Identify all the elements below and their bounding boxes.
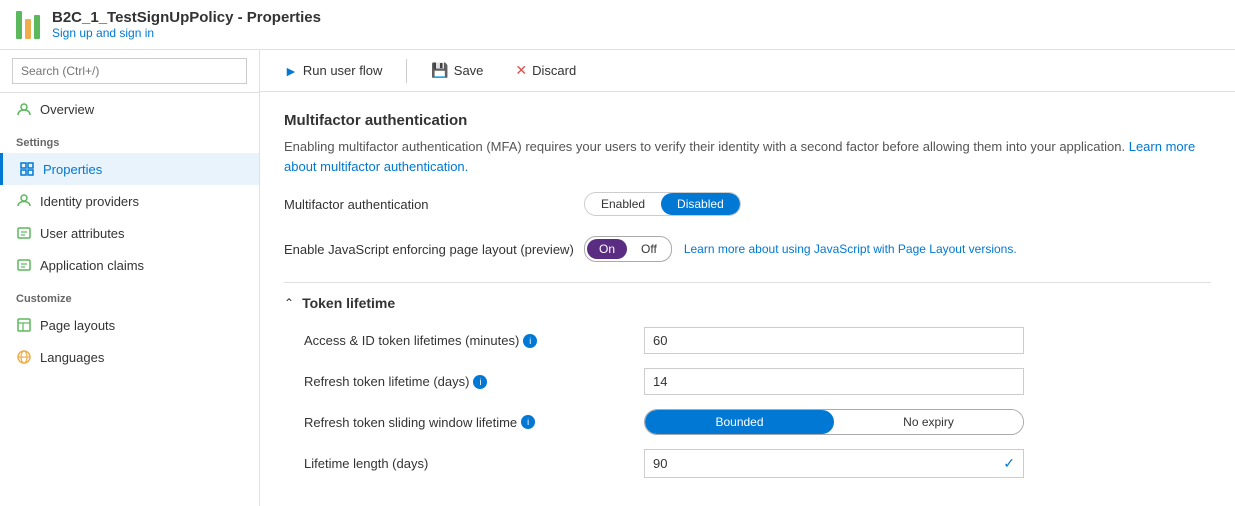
languages-icon bbox=[16, 349, 32, 365]
sidebar-item-languages[interactable]: Languages bbox=[0, 341, 259, 373]
chevron-down-icon: ⌃ bbox=[284, 296, 294, 310]
refresh-input[interactable] bbox=[644, 368, 1024, 395]
save-button[interactable]: 💾 Save bbox=[423, 58, 491, 83]
mfa-enabled-option[interactable]: Enabled bbox=[585, 193, 661, 215]
access-id-input[interactable] bbox=[644, 327, 1024, 354]
page-subtitle: Sign up and sign in bbox=[52, 26, 321, 40]
token-section-divider: ⌃ Token lifetime bbox=[284, 282, 1211, 311]
run-user-flow-button[interactable]: ► Run user flow bbox=[276, 59, 390, 83]
sidebar-item-label: Page layouts bbox=[40, 318, 115, 333]
mfa-toggle-group[interactable]: Enabled Disabled bbox=[584, 192, 741, 216]
bounded-option[interactable]: Bounded bbox=[645, 410, 834, 434]
application-claims-icon bbox=[16, 257, 32, 273]
sidebar-item-page-layouts[interactable]: Page layouts bbox=[0, 309, 259, 341]
access-id-label: Access & ID token lifetimes (minutes) i bbox=[304, 333, 644, 348]
logo bbox=[16, 11, 40, 39]
header: B2C_1_TestSignUpPolicy - Properties Sign… bbox=[0, 0, 1235, 50]
js-off-option[interactable]: Off bbox=[629, 239, 669, 259]
lifetime-length-label: Lifetime length (days) bbox=[304, 456, 644, 471]
sidebar-item-label: Languages bbox=[40, 350, 104, 365]
refresh-label: Refresh token lifetime (days) i bbox=[304, 374, 644, 389]
main-content: Multifactor authentication Enabling mult… bbox=[260, 92, 1235, 506]
refresh-info-icon[interactable]: i bbox=[473, 375, 487, 389]
sidebar-item-label: Overview bbox=[40, 102, 94, 117]
bounded-toggle[interactable]: Bounded No expiry bbox=[644, 409, 1024, 435]
overview-icon bbox=[16, 101, 32, 117]
properties-icon bbox=[19, 161, 35, 177]
sliding-label: Refresh token sliding window lifetime i bbox=[304, 415, 644, 430]
token-section-title: Token lifetime bbox=[302, 295, 395, 311]
identity-providers-icon bbox=[16, 193, 32, 209]
mfa-section: Multifactor authentication Enabling mult… bbox=[284, 112, 1211, 216]
js-field-label: Enable JavaScript enforcing page layout … bbox=[284, 242, 584, 257]
sidebar-item-user-attributes[interactable]: User attributes bbox=[0, 217, 259, 249]
js-section: Enable JavaScript enforcing page layout … bbox=[284, 236, 1211, 262]
refresh-field-row: Refresh token lifetime (days) i bbox=[284, 368, 1211, 395]
mfa-title: Multifactor authentication bbox=[284, 112, 1211, 129]
sidebar-section-settings: Settings bbox=[0, 125, 259, 153]
sidebar-item-label: Properties bbox=[43, 162, 102, 177]
sidebar-item-label: Application claims bbox=[40, 258, 144, 273]
sidebar-item-identity-providers[interactable]: Identity providers bbox=[0, 185, 259, 217]
discard-icon: ✕ bbox=[515, 62, 527, 79]
user-attributes-icon bbox=[16, 225, 32, 241]
no-expiry-option[interactable]: No expiry bbox=[834, 410, 1023, 434]
mfa-field-label: Multifactor authentication bbox=[284, 197, 584, 212]
page-title: B2C_1_TestSignUpPolicy - Properties bbox=[52, 9, 321, 26]
lifetime-select-wrapper: 90 30 60 120 ✓ bbox=[644, 449, 1024, 478]
mfa-field-row: Multifactor authentication Enabled Disab… bbox=[284, 192, 1211, 216]
js-onoff-toggle[interactable]: On Off bbox=[584, 236, 672, 262]
sidebar-item-overview[interactable]: Overview bbox=[0, 93, 259, 125]
lifetime-length-row: Lifetime length (days) 90 30 60 120 ✓ bbox=[284, 449, 1211, 478]
page-layouts-icon bbox=[16, 317, 32, 333]
access-id-field-row: Access & ID token lifetimes (minutes) i bbox=[284, 327, 1211, 354]
js-learn-more-link[interactable]: Learn more about using JavaScript with P… bbox=[684, 242, 1017, 256]
discard-button[interactable]: ✕ Discard bbox=[507, 58, 584, 83]
run-icon: ► bbox=[284, 63, 298, 79]
mfa-disabled-option[interactable]: Disabled bbox=[661, 193, 740, 215]
mfa-description: Enabling multifactor authentication (MFA… bbox=[284, 137, 1211, 176]
toolbar-divider bbox=[406, 59, 407, 83]
toolbar: ► Run user flow 💾 Save ✕ Discard bbox=[260, 50, 1235, 92]
sliding-info-icon[interactable]: i bbox=[521, 415, 535, 429]
sidebar: Overview Settings Properties Id bbox=[0, 50, 260, 506]
access-id-info-icon[interactable]: i bbox=[523, 334, 537, 348]
sidebar-item-application-claims[interactable]: Application claims bbox=[0, 249, 259, 281]
sliding-field-row: Refresh token sliding window lifetime i … bbox=[284, 409, 1211, 435]
sidebar-item-label: Identity providers bbox=[40, 194, 139, 209]
save-icon: 💾 bbox=[431, 62, 448, 79]
js-on-option[interactable]: On bbox=[587, 239, 627, 259]
sidebar-item-properties[interactable]: Properties bbox=[0, 153, 259, 185]
search-input[interactable] bbox=[12, 58, 247, 84]
sidebar-item-label: User attributes bbox=[40, 226, 125, 241]
sidebar-section-customize: Customize bbox=[0, 281, 259, 309]
check-icon: ✓ bbox=[995, 450, 1023, 477]
lifetime-length-select[interactable]: 90 30 60 120 bbox=[645, 451, 995, 476]
